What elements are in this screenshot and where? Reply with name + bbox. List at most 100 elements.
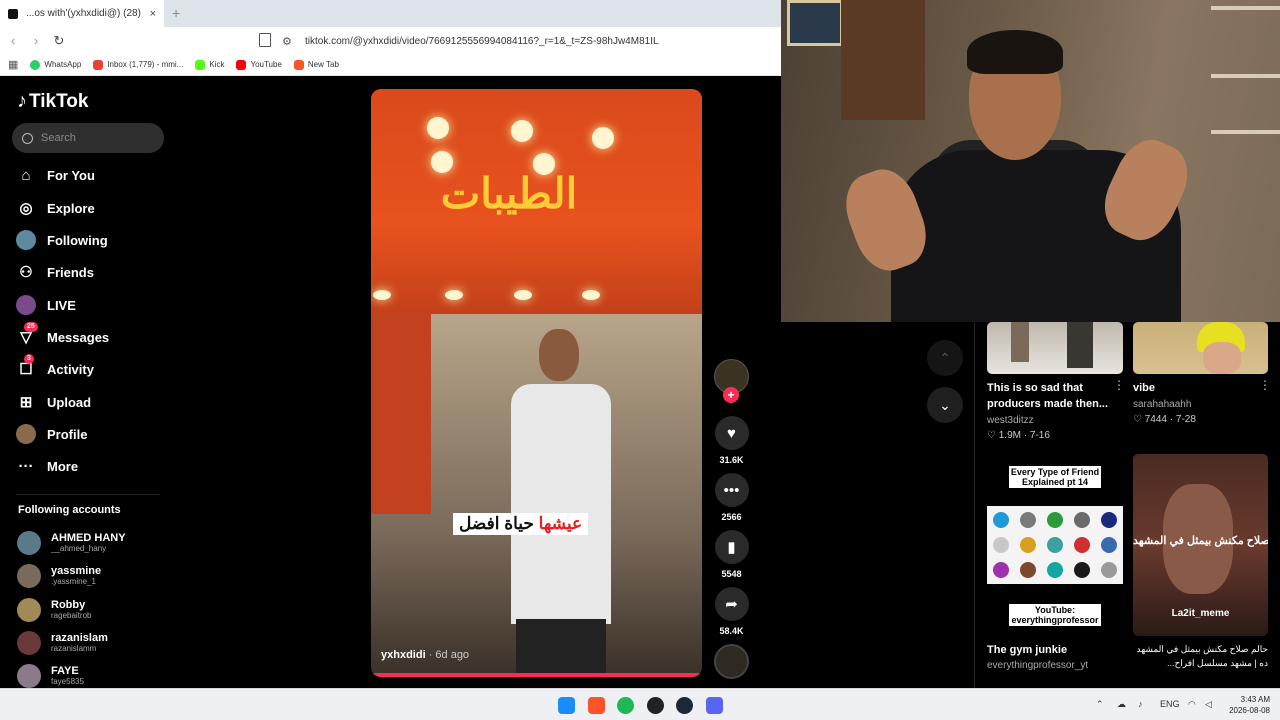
search-input[interactable]: Search (12, 123, 164, 153)
nav-live[interactable]: LIVE (16, 293, 76, 317)
nav-friends[interactable]: ⚇ Friends (16, 260, 94, 284)
back-icon[interactable]: ‹ (3, 33, 23, 48)
tab-close-icon[interactable]: × (150, 8, 156, 20)
wifi-icon[interactable]: ◠ (1188, 699, 1196, 710)
video-creator[interactable]: everythingprofessor_yt (987, 660, 1088, 671)
youtube-icon (236, 59, 247, 70)
shelf (1211, 130, 1280, 134)
volume-icon[interactable]: ◁ (1205, 699, 1212, 710)
bookmark-youtube[interactable]: YouTube (236, 59, 282, 70)
windows-start-icon[interactable] (558, 697, 575, 714)
compass-icon: ◎ (19, 200, 33, 217)
video-thumbnail[interactable] (1133, 322, 1268, 374)
webcam-overlay (781, 0, 1280, 322)
bookmark-new-tab[interactable]: New Tab (293, 59, 339, 70)
profile-avatar (16, 424, 36, 444)
window-shutter (841, 0, 925, 120)
tab-title: ...os with'(yxhxdidi@) الطيبات (28) (26, 8, 144, 19)
following-accounts-title: Following accounts (18, 504, 121, 516)
upload-icon: ⊞ (19, 394, 33, 411)
avatar (17, 664, 41, 688)
clock[interactable]: 3:43 AM 2026-08-08 (1226, 694, 1270, 716)
nav-messages[interactable]: ▽ 25 Messages (16, 322, 109, 349)
nav-explore[interactable]: ◎ Explore (16, 196, 94, 220)
video-title[interactable]: The gym junkie (987, 642, 1111, 658)
search-placeholder: Search (41, 132, 76, 144)
share-button[interactable]: ➦ 58.4K (713, 587, 750, 636)
input-language[interactable]: ENG (1160, 699, 1180, 709)
chevron-up-icon: ⌃ (939, 349, 951, 366)
character-icon (1020, 512, 1036, 528)
site-info-icon[interactable]: ⚙ (282, 35, 296, 48)
tiktok-favicon-icon (8, 8, 18, 19)
character-icon (1020, 562, 1036, 578)
avatar (17, 598, 41, 622)
bookmark-gmail[interactable]: Inbox (1,779) - mmi... (93, 59, 183, 70)
gmail-icon (93, 59, 104, 70)
following-account[interactable]: razanislam razanislamm (17, 630, 108, 656)
follow-plus-button[interactable]: + (723, 387, 739, 403)
more-options-icon[interactable]: ⋮ (1113, 378, 1125, 392)
nav-activity[interactable]: ☐ 3 Activity (16, 354, 94, 381)
following-account[interactable]: AHMED HANY __ahmed_hany (17, 530, 126, 556)
comment-button[interactable]: ••• 2566 (713, 473, 750, 522)
browser-tab[interactable]: ...os with'(yxhxdidi@) الطيبات (28) × (0, 0, 164, 27)
next-video-button[interactable]: ⌄ (927, 387, 963, 423)
bookmark-whatsapp[interactable]: WhatsApp (30, 59, 81, 70)
video-title[interactable]: vibe (1133, 380, 1253, 396)
music-disc-icon[interactable] (714, 644, 749, 679)
like-button[interactable]: ♥ 31.6K (713, 416, 750, 465)
forward-icon[interactable]: › (26, 33, 46, 48)
video-thumbnail[interactable]: Every Type of Friend Explained pt 14 You… (987, 454, 1123, 636)
reload-icon[interactable]: ↻ (49, 33, 69, 49)
microphone-icon[interactable]: ♪ (1138, 699, 1143, 709)
following-account[interactable]: Robby ragebaitrob (17, 597, 91, 623)
light-bulb (582, 290, 600, 300)
tray-chevron-up-icon[interactable]: ⌃ (1096, 699, 1104, 710)
video-thumbnail[interactable]: صلاح مكنش بيمثل في المشهد La2it_meme (1133, 454, 1268, 636)
light-bulb (511, 120, 533, 142)
video-player[interactable]: الطيبات عيشها حياة افضل yxhxdidi · 6d ag… (371, 89, 702, 677)
more-options-icon[interactable]: ⋮ (1259, 378, 1271, 392)
character-icon (1047, 537, 1063, 553)
nav-for-you[interactable]: ⌂ For You (16, 163, 94, 187)
character-icon (1074, 512, 1090, 528)
bookmarks-bar: ▦ WhatsApp Inbox (1,779) - mmi... Kick Y… (0, 54, 781, 76)
video-author[interactable]: yxhxdidi · 6d ago (381, 649, 469, 661)
obs-icon[interactable] (647, 697, 664, 714)
nav-profile[interactable]: Profile (16, 422, 87, 446)
new-tab-button[interactable]: + (172, 5, 180, 21)
search-icon (22, 132, 33, 144)
character-icon (1020, 537, 1036, 553)
previous-video-button[interactable]: ⌃ (927, 340, 963, 376)
address-bar[interactable]: ⚙ tiktok.com/@yxhxdidi/video/76691255569… (282, 31, 781, 51)
apps-grid-icon[interactable]: ▦ (8, 58, 18, 71)
nav-more[interactable]: ··· More (16, 454, 79, 478)
discord-icon[interactable] (706, 697, 723, 714)
spotify-icon[interactable] (617, 697, 634, 714)
video-creator[interactable]: sarahahaahh (1133, 399, 1191, 410)
video-title[interactable]: This is so sad that producers made then.… (987, 380, 1111, 412)
video-thumbnail[interactable] (987, 322, 1123, 374)
following-account[interactable]: yassmine .yassmine_1 (17, 563, 101, 589)
shop-sign: الطيبات (440, 170, 578, 217)
steam-icon[interactable] (676, 697, 693, 714)
kick-icon (195, 59, 206, 70)
browser-toolbar: ‹ › ↻ ⚙ tiktok.com/@yxhxdidi/video/76691… (0, 27, 781, 54)
save-button[interactable]: ▮ 5548 (713, 530, 750, 579)
cloud-icon[interactable]: ☁ (1117, 699, 1126, 710)
nav-upload[interactable]: ⊞ Upload (16, 390, 91, 414)
panel-divider (974, 322, 975, 688)
video-creator[interactable]: west3ditzz (987, 415, 1034, 426)
character-icon (1047, 562, 1063, 578)
following-account[interactable]: FAYE faye5835 (17, 663, 84, 689)
character-icon (1074, 562, 1090, 578)
streamer-hair (967, 30, 1063, 74)
video-progress-bar[interactable] (371, 673, 702, 677)
tiktok-logo[interactable]: ♪ TikTok (17, 90, 88, 113)
video-title[interactable]: حالم صلاح مكنش بيمثل في المشهد ده | مشهد… (1133, 642, 1268, 670)
bookmark-kick[interactable]: Kick (195, 59, 224, 70)
brave-icon[interactable] (588, 697, 605, 714)
nav-following[interactable]: Following (16, 228, 108, 252)
bookmark-icon[interactable] (259, 33, 271, 47)
